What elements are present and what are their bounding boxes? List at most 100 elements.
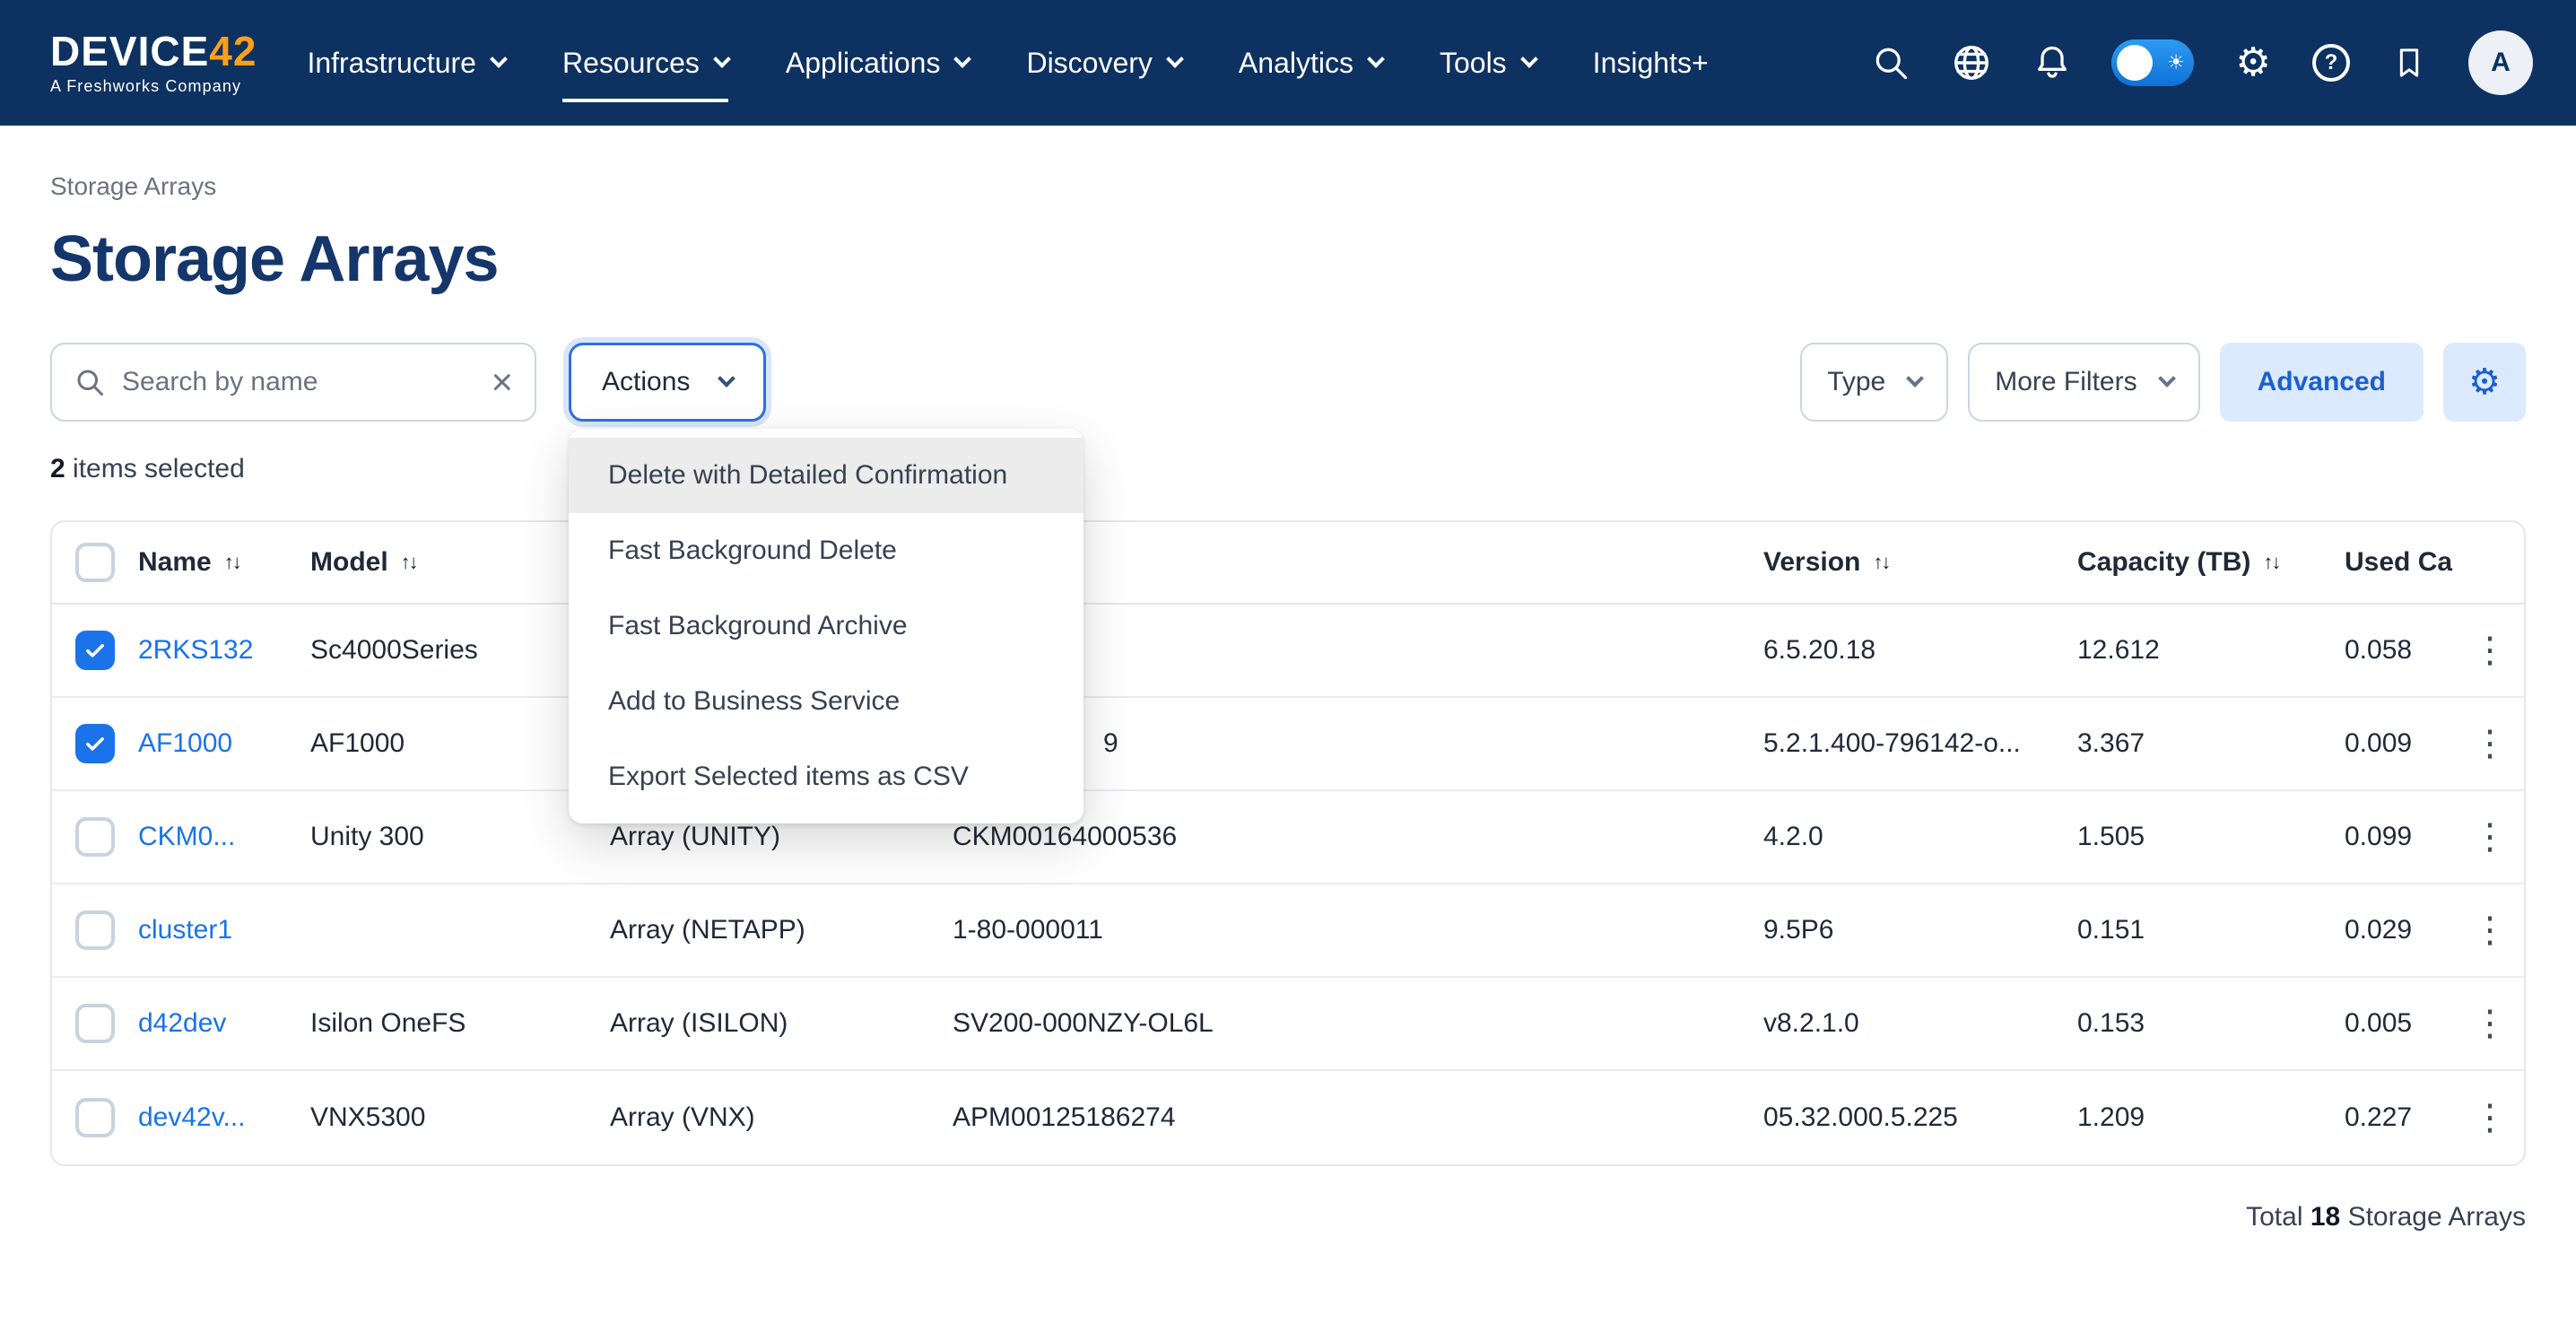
row-actions-kebab[interactable]: ⋮: [2456, 1003, 2524, 1044]
row-used-capacity: 0.227: [2345, 1102, 2456, 1133]
search-box: ×: [50, 343, 536, 422]
column-header[interactable]: Used Ca: [2345, 547, 2456, 578]
row-used-capacity: 0.058: [2345, 635, 2456, 666]
table-header-row: Name ↑↓ Model ↑↓ Version ↑↓ Capacity (TB…: [52, 522, 2524, 605]
row-checkbox[interactable]: [75, 1004, 115, 1043]
logo-42-text: 42: [209, 28, 257, 74]
bell-icon[interactable]: [2031, 39, 2074, 86]
row-name-link[interactable]: AF1000: [138, 728, 310, 759]
nav-item-tools[interactable]: Tools: [1440, 0, 1536, 126]
more-filters-dropdown[interactable]: More Filters: [1968, 343, 2199, 422]
row-name-link[interactable]: 2RKS132: [138, 635, 310, 666]
page-title: Storage Arrays: [50, 222, 2526, 296]
bookmark-icon[interactable]: [2388, 39, 2431, 86]
row-model: VNX5300: [310, 1102, 610, 1133]
row-name-link[interactable]: CKM0...: [138, 822, 310, 852]
nav-item-analytics[interactable]: Analytics: [1239, 0, 1382, 126]
row-capacity: 0.151: [2077, 915, 2345, 945]
sort-icon: ↑↓: [2263, 551, 2279, 574]
clear-search-icon[interactable]: ×: [491, 363, 513, 401]
search-icon[interactable]: [1869, 39, 1912, 86]
actions-menu-item[interactable]: Fast Background Archive: [569, 588, 1083, 664]
nav-item-label: Tools: [1440, 47, 1507, 80]
chevron-down-icon: [1520, 50, 1538, 68]
total-count-footer: Total 18 Storage Arrays: [50, 1202, 2526, 1233]
row-used-capacity: 0.009: [2345, 728, 2456, 759]
menu-item-label: Delete with Detailed Confirmation: [608, 460, 1007, 491]
row-model: Sc4000Series: [310, 635, 610, 666]
row-actions-kebab[interactable]: ⋮: [2456, 816, 2524, 858]
row-checkbox-cell: [52, 724, 138, 763]
row-checkbox[interactable]: [75, 910, 115, 950]
actions-menu-item[interactable]: Add to Business Service: [569, 664, 1083, 739]
row-model: Isilon OneFS: [310, 1008, 610, 1039]
row-version: 4.2.0: [1763, 822, 2077, 852]
row-name-link[interactable]: cluster1: [138, 915, 310, 945]
row-used-capacity: 0.029: [2345, 915, 2456, 945]
selection-count-label: items selected: [65, 454, 245, 483]
row-type: Array (NETAPP): [610, 915, 953, 945]
row-type: Array (ISILON): [610, 1008, 953, 1039]
user-avatar[interactable]: A: [2468, 30, 2533, 95]
actions-dropdown-button[interactable]: Actions: [569, 343, 766, 422]
row-actions-kebab[interactable]: ⋮: [2456, 630, 2524, 671]
row-serial: 1-80-000011: [953, 915, 1763, 945]
total-count: 18: [2311, 1202, 2340, 1232]
settings-gear-icon[interactable]: ⚙: [2232, 39, 2275, 86]
row-checkbox[interactable]: [75, 724, 115, 763]
column-header[interactable]: Name ↑↓: [138, 547, 310, 578]
nav-item-applications[interactable]: Applications: [786, 0, 970, 126]
column-header[interactable]: Capacity (TB) ↑↓: [2077, 547, 2345, 578]
total-suffix: Storage Arrays: [2348, 1202, 2526, 1232]
row-checkbox-cell: [52, 910, 138, 950]
nav-item-infrastructure[interactable]: Infrastructure: [307, 0, 505, 126]
actions-menu-item[interactable]: Export Selected items as CSV: [569, 739, 1083, 814]
row-actions-kebab[interactable]: ⋮: [2456, 1097, 2524, 1138]
nav-right-icons: ☀ ⚙ ? A: [1869, 30, 2533, 95]
table-row: cluster1 Array (NETAPP) 1-80-000011 9.5P…: [52, 884, 2524, 978]
column-label: Version: [1763, 547, 1860, 578]
sun-icon: ☀: [2167, 53, 2185, 73]
theme-toggle[interactable]: ☀: [2111, 39, 2194, 86]
advanced-button[interactable]: Advanced: [2220, 343, 2424, 422]
column-header[interactable]: Model ↑↓: [310, 547, 610, 578]
row-version: 9.5P6: [1763, 915, 2077, 945]
nav-item-label: Insights+: [1593, 47, 1709, 80]
search-input[interactable]: [122, 367, 474, 397]
nav-item-label: Infrastructure: [307, 47, 476, 80]
chevron-down-icon: [1367, 50, 1385, 68]
globe-icon[interactable]: [1950, 39, 1993, 86]
nav-item-resources[interactable]: Resources: [562, 0, 728, 126]
nav-item-insights-[interactable]: Insights+: [1593, 0, 1709, 126]
nav-item-discovery[interactable]: Discovery: [1026, 0, 1180, 126]
row-checkbox-cell: [52, 631, 138, 670]
row-actions-kebab[interactable]: ⋮: [2456, 910, 2524, 951]
column-label: Model: [310, 547, 388, 578]
select-all-checkbox[interactable]: [75, 543, 115, 582]
table-settings-button[interactable]: ⚙: [2443, 343, 2526, 422]
row-checkbox[interactable]: [75, 631, 115, 670]
row-actions-kebab[interactable]: ⋮: [2456, 723, 2524, 764]
type-filter-dropdown[interactable]: Type: [1800, 343, 1948, 422]
row-capacity: 1.505: [2077, 822, 2345, 852]
table-row: d42dev Isilon OneFS Array (ISILON) SV200…: [52, 978, 2524, 1071]
table-body: 2RKS132 Sc4000Series 6.5.20.18 12.612 0.…: [52, 605, 2524, 1164]
row-name-link[interactable]: d42dev: [138, 1008, 310, 1039]
row-checkbox-cell: [52, 1004, 138, 1043]
gear-icon: ⚙: [2468, 364, 2501, 400]
actions-menu: Delete with Detailed Confirmation Fast B…: [569, 429, 1083, 823]
row-used-capacity: 0.099: [2345, 822, 2456, 852]
device42-logo[interactable]: DEVICE42 A Freshworks Company: [50, 30, 257, 96]
column-header[interactable]: Version ↑↓: [1763, 547, 2077, 578]
help-icon[interactable]: ?: [2312, 44, 2350, 82]
chevron-down-icon: [954, 50, 972, 68]
actions-menu-item[interactable]: Delete with Detailed Confirmation: [569, 438, 1083, 513]
row-checkbox[interactable]: [75, 817, 115, 857]
row-checkbox[interactable]: [75, 1098, 115, 1137]
selection-count-number: 2: [50, 454, 65, 483]
row-name-link[interactable]: dev42v...: [138, 1102, 310, 1133]
chevron-down-icon: [490, 50, 508, 68]
nav-item-label: Applications: [786, 47, 941, 80]
header-checkbox-cell: [52, 543, 138, 582]
actions-menu-item[interactable]: Fast Background Delete: [569, 513, 1083, 588]
